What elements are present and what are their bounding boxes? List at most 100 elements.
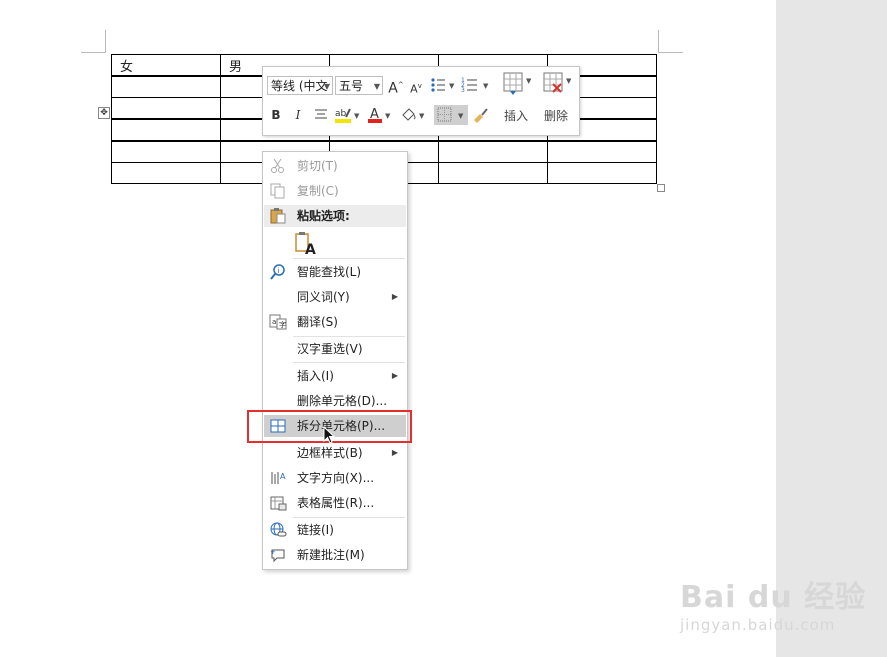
menu-separator bbox=[293, 517, 405, 518]
svg-text:A: A bbox=[280, 472, 286, 481]
clipboard-icon bbox=[270, 208, 286, 224]
svg-text:▼: ▼ bbox=[483, 82, 489, 90]
menu-item-insert[interactable]: 插入(I) ▶ bbox=[264, 365, 406, 387]
menu-item-reconvert[interactable]: 汉字重选(V) bbox=[264, 338, 406, 360]
italic-button[interactable]: I bbox=[291, 105, 305, 125]
table-properties-icon bbox=[270, 496, 287, 511]
font-size-select[interactable]: 五号 ▼ bbox=[335, 76, 383, 95]
table-cell[interactable] bbox=[547, 140, 657, 163]
bullet-list-icon: ▼ bbox=[431, 78, 455, 92]
table-cell[interactable] bbox=[111, 75, 221, 98]
watermark-logo: Bai du 经验 bbox=[680, 580, 867, 615]
font-name-value: 等线 (中文 bbox=[271, 79, 328, 93]
table-cell[interactable] bbox=[438, 140, 548, 163]
link-globe-icon bbox=[270, 522, 287, 537]
margin-corner-mark-right bbox=[658, 30, 683, 53]
svg-text:字: 字 bbox=[279, 320, 286, 329]
chevron-down-icon: ▼ bbox=[323, 82, 330, 91]
paste-options-header: 粘贴选项: bbox=[264, 205, 406, 227]
submenu-arrow-icon: ▶ bbox=[391, 448, 398, 457]
font-color-button[interactable]: A ▼ bbox=[366, 105, 392, 125]
table-cell[interactable] bbox=[111, 97, 221, 120]
svg-text:▼: ▼ bbox=[566, 77, 572, 85]
watermark-url: jingyan.baidu.com bbox=[680, 616, 836, 634]
menu-item-delete-cells[interactable]: 删除单元格(D)... bbox=[264, 390, 406, 412]
chevron-down-icon: ▼ bbox=[373, 82, 380, 91]
bullets-button[interactable]: ▼ bbox=[429, 76, 455, 96]
shrink-font-button[interactable]: Av bbox=[408, 76, 424, 96]
svg-text:+: + bbox=[270, 548, 276, 556]
text-direction-icon: A bbox=[271, 472, 286, 484]
svg-text:▼: ▼ bbox=[385, 112, 391, 120]
document-background-gutter bbox=[776, 0, 887, 657]
context-menu: 剪切(T) 复制(C) 粘贴选项: A i 智能查找(L) 同义词(Y) ▶ a… bbox=[262, 151, 408, 570]
svg-text:3: 3 bbox=[461, 87, 465, 94]
copy-icon bbox=[270, 183, 285, 199]
grow-font-icon: A bbox=[388, 80, 398, 97]
menu-separator bbox=[293, 336, 405, 337]
mini-toolbar: 等线 (中文 ▼ 五号 ▼ A^ Av ▼ 1 2 3 ▼ B I ab ▼ A… bbox=[262, 66, 580, 136]
borders-button[interactable]: ▼ bbox=[434, 105, 468, 125]
font-name-select[interactable]: 等线 (中文 ▼ bbox=[267, 76, 333, 95]
center-align-button[interactable] bbox=[313, 105, 329, 125]
bold-button[interactable]: B bbox=[269, 105, 283, 125]
numbering-button[interactable]: 1 2 3 ▼ bbox=[460, 76, 492, 96]
svg-text:a: a bbox=[272, 318, 276, 326]
table-cell[interactable] bbox=[111, 140, 221, 163]
table-move-handle-icon[interactable]: ✥ bbox=[98, 107, 110, 119]
numbered-list-icon: 1 2 3 ▼ bbox=[461, 77, 489, 94]
font-color-icon: A ▼ bbox=[368, 107, 391, 123]
menu-item-link[interactable]: 链接(I) bbox=[264, 519, 406, 541]
border-grid-icon: ▼ bbox=[437, 107, 464, 122]
delete-table-button[interactable]: ▼ 删除 bbox=[536, 71, 576, 129]
svg-text:▼: ▼ bbox=[354, 112, 360, 120]
insert-table-button[interactable]: ▼ 插入 bbox=[496, 71, 536, 129]
align-center-icon bbox=[315, 109, 327, 119]
menu-item-new-comment[interactable]: + 新建批注(M) bbox=[264, 544, 406, 566]
svg-text:▼: ▼ bbox=[449, 82, 455, 90]
delete-label: 删除 bbox=[543, 109, 568, 123]
shading-button[interactable]: ▼ bbox=[399, 105, 427, 125]
mouse-pointer-icon bbox=[323, 426, 336, 444]
table-cell[interactable] bbox=[438, 162, 548, 184]
text-highlight-button[interactable]: ab ▼ bbox=[333, 105, 361, 125]
format-painter-icon bbox=[474, 108, 488, 123]
smart-lookup-icon: i bbox=[270, 264, 285, 280]
highlighter-icon: ab ▼ bbox=[335, 108, 360, 123]
menu-item-synonyms[interactable]: 同义词(Y) ▶ bbox=[264, 286, 406, 308]
table-cell[interactable]: 女 bbox=[111, 54, 221, 77]
menu-item-copy[interactable]: 复制(C) bbox=[264, 180, 406, 202]
new-comment-icon: + bbox=[270, 548, 285, 563]
table-cell[interactable] bbox=[111, 118, 221, 142]
svg-text:A: A bbox=[305, 242, 316, 256]
translate-icon: a 字 bbox=[269, 314, 287, 330]
menu-item-text-direction[interactable]: A 文字方向(X)... bbox=[264, 467, 406, 489]
menu-item-cut[interactable]: 剪切(T) bbox=[264, 155, 406, 177]
table-cell[interactable] bbox=[111, 162, 221, 184]
paint-bucket-icon: ▼ bbox=[402, 108, 425, 121]
menu-item-smart-lookup[interactable]: i 智能查找(L) bbox=[264, 261, 406, 283]
svg-text:▼: ▼ bbox=[526, 77, 532, 85]
table-cell[interactable] bbox=[547, 162, 657, 184]
shrink-font-icon: A bbox=[410, 82, 418, 96]
baidu-jingyan-watermark: Bai du 经验 jingyan.baidu.com bbox=[680, 572, 867, 634]
table-delete-icon: ▼ bbox=[543, 72, 572, 93]
svg-text:▼: ▼ bbox=[419, 112, 425, 120]
svg-text:▼: ▼ bbox=[458, 112, 464, 120]
svg-text:i: i bbox=[278, 267, 280, 275]
insert-label: 插入 bbox=[503, 109, 528, 123]
scissors-icon bbox=[271, 158, 284, 173]
menu-separator bbox=[293, 258, 405, 259]
menu-item-table-properties[interactable]: 表格属性(R)... bbox=[264, 492, 406, 514]
menu-item-translate[interactable]: a 字 翻译(S) bbox=[264, 311, 406, 333]
margin-corner-mark-left bbox=[81, 30, 106, 53]
menu-separator bbox=[293, 362, 405, 363]
paste-text-only-icon: A bbox=[295, 232, 316, 258]
format-painter-button[interactable] bbox=[471, 105, 489, 125]
grow-font-button[interactable]: A^ bbox=[388, 75, 404, 97]
paste-keep-text-only-button[interactable]: A bbox=[293, 230, 319, 258]
svg-text:ab: ab bbox=[335, 109, 347, 119]
table-resize-handle[interactable] bbox=[657, 184, 665, 192]
table-insert-icon: ▼ bbox=[503, 72, 532, 95]
font-size-value: 五号 bbox=[339, 79, 364, 93]
